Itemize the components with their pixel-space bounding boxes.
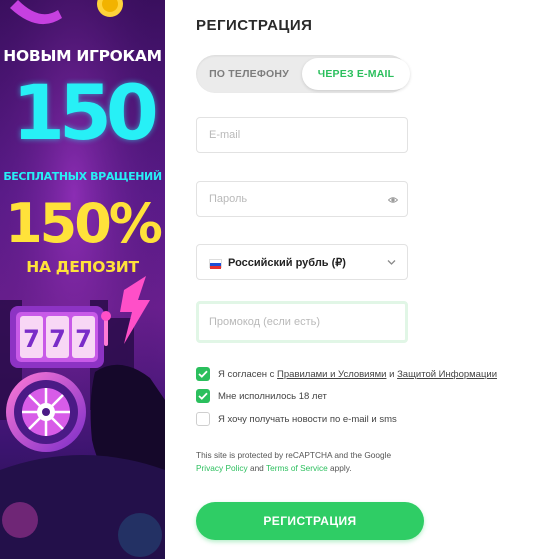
chevron-down-icon [387,260,396,265]
terms-checkbox-row[interactable]: Я согласен с Правилами и Условиями и Защ… [196,366,497,382]
privacy-policy-link[interactable]: Privacy Policy [196,463,248,473]
age-checkbox-row[interactable]: Мне исполнилось 18 лет [196,388,327,404]
svg-text:7: 7 [49,325,66,353]
svg-text:7: 7 [75,325,92,353]
registration-form: РЕГИСТРАЦИЯ ПО ТЕЛЕФОНУ ЧЕРЕЗ E-MAIL Рос… [165,0,550,559]
rules-and-conditions-link[interactable]: Правилами и Условиями [277,369,386,380]
currency-value: Российский рубль (₽) [228,257,346,269]
email-field [196,117,408,153]
terms-of-service-link[interactable]: Terms of Service [266,463,328,473]
terms-text-and: и [389,368,395,380]
promo-code-field [196,301,408,343]
email-input[interactable] [197,118,407,152]
tab-by-email[interactable]: ЧЕРЕЗ E-MAIL [302,58,410,90]
promo-line-deposit: НА ДЕПОЗИТ [26,258,139,276]
promo-code-input[interactable] [199,304,405,340]
promo-banner[interactable]: 7 7 7 НОВЫМ ИГРОКАМ 150 БЕСПЛАТНЫХ ВРАЩЕ… [0,0,165,559]
age-checkbox[interactable] [196,389,210,403]
recaptcha-notice: This site is protected by reCAPTCHA and … [196,449,426,475]
recaptcha-text: This site is protected by reCAPTCHA and … [196,450,392,460]
recaptcha-apply: apply. [330,463,352,473]
newsletter-checkbox-label: Я хочу получать новости по e-mail и sms [218,413,397,425]
data-protection-link[interactable]: Защитой Информации [397,369,497,380]
russia-flag-icon [209,259,222,269]
terms-checkbox-label: Я согласен с Правилами и Условиями и Защ… [218,369,497,380]
promo-deposit-percent: 150% [5,192,163,255]
password-field [196,181,408,217]
terms-text-prefix: Я согласен с [218,368,275,380]
registration-method-tabs: ПО ТЕЛЕФОНУ ЧЕРЕЗ E-MAIL [196,55,410,93]
password-input[interactable] [197,182,407,216]
newsletter-checkbox-row[interactable]: Я хочу получать новости по e-mail и sms [196,411,397,427]
recaptcha-and: and [249,463,264,473]
form-title: РЕГИСТРАЦИЯ [196,17,313,34]
checkmark-icon [198,370,208,378]
newsletter-checkbox[interactable] [196,412,210,426]
checkmark-icon [198,392,208,400]
currency-select[interactable]: Российский рубль (₽) [196,244,408,280]
svg-text:7: 7 [23,325,40,353]
eye-icon[interactable] [388,195,398,205]
roulette-wheel-icon [6,372,86,452]
tab-by-phone[interactable]: ПО ТЕЛЕФОНУ [196,55,302,93]
register-button[interactable]: РЕГИСТРАЦИЯ [196,502,424,540]
promo-free-spins-number: 150 [12,68,159,157]
terms-checkbox[interactable] [196,367,210,381]
age-checkbox-label: Мне исполнилось 18 лет [218,390,327,402]
promo-line-free-spins: БЕСПЛАТНЫХ ВРАЩЕНИЙ [3,170,162,183]
slot-machine-icon: 7 7 7 [10,306,111,368]
promo-line-new-players: НОВЫМ ИГРОКАМ [3,47,162,65]
